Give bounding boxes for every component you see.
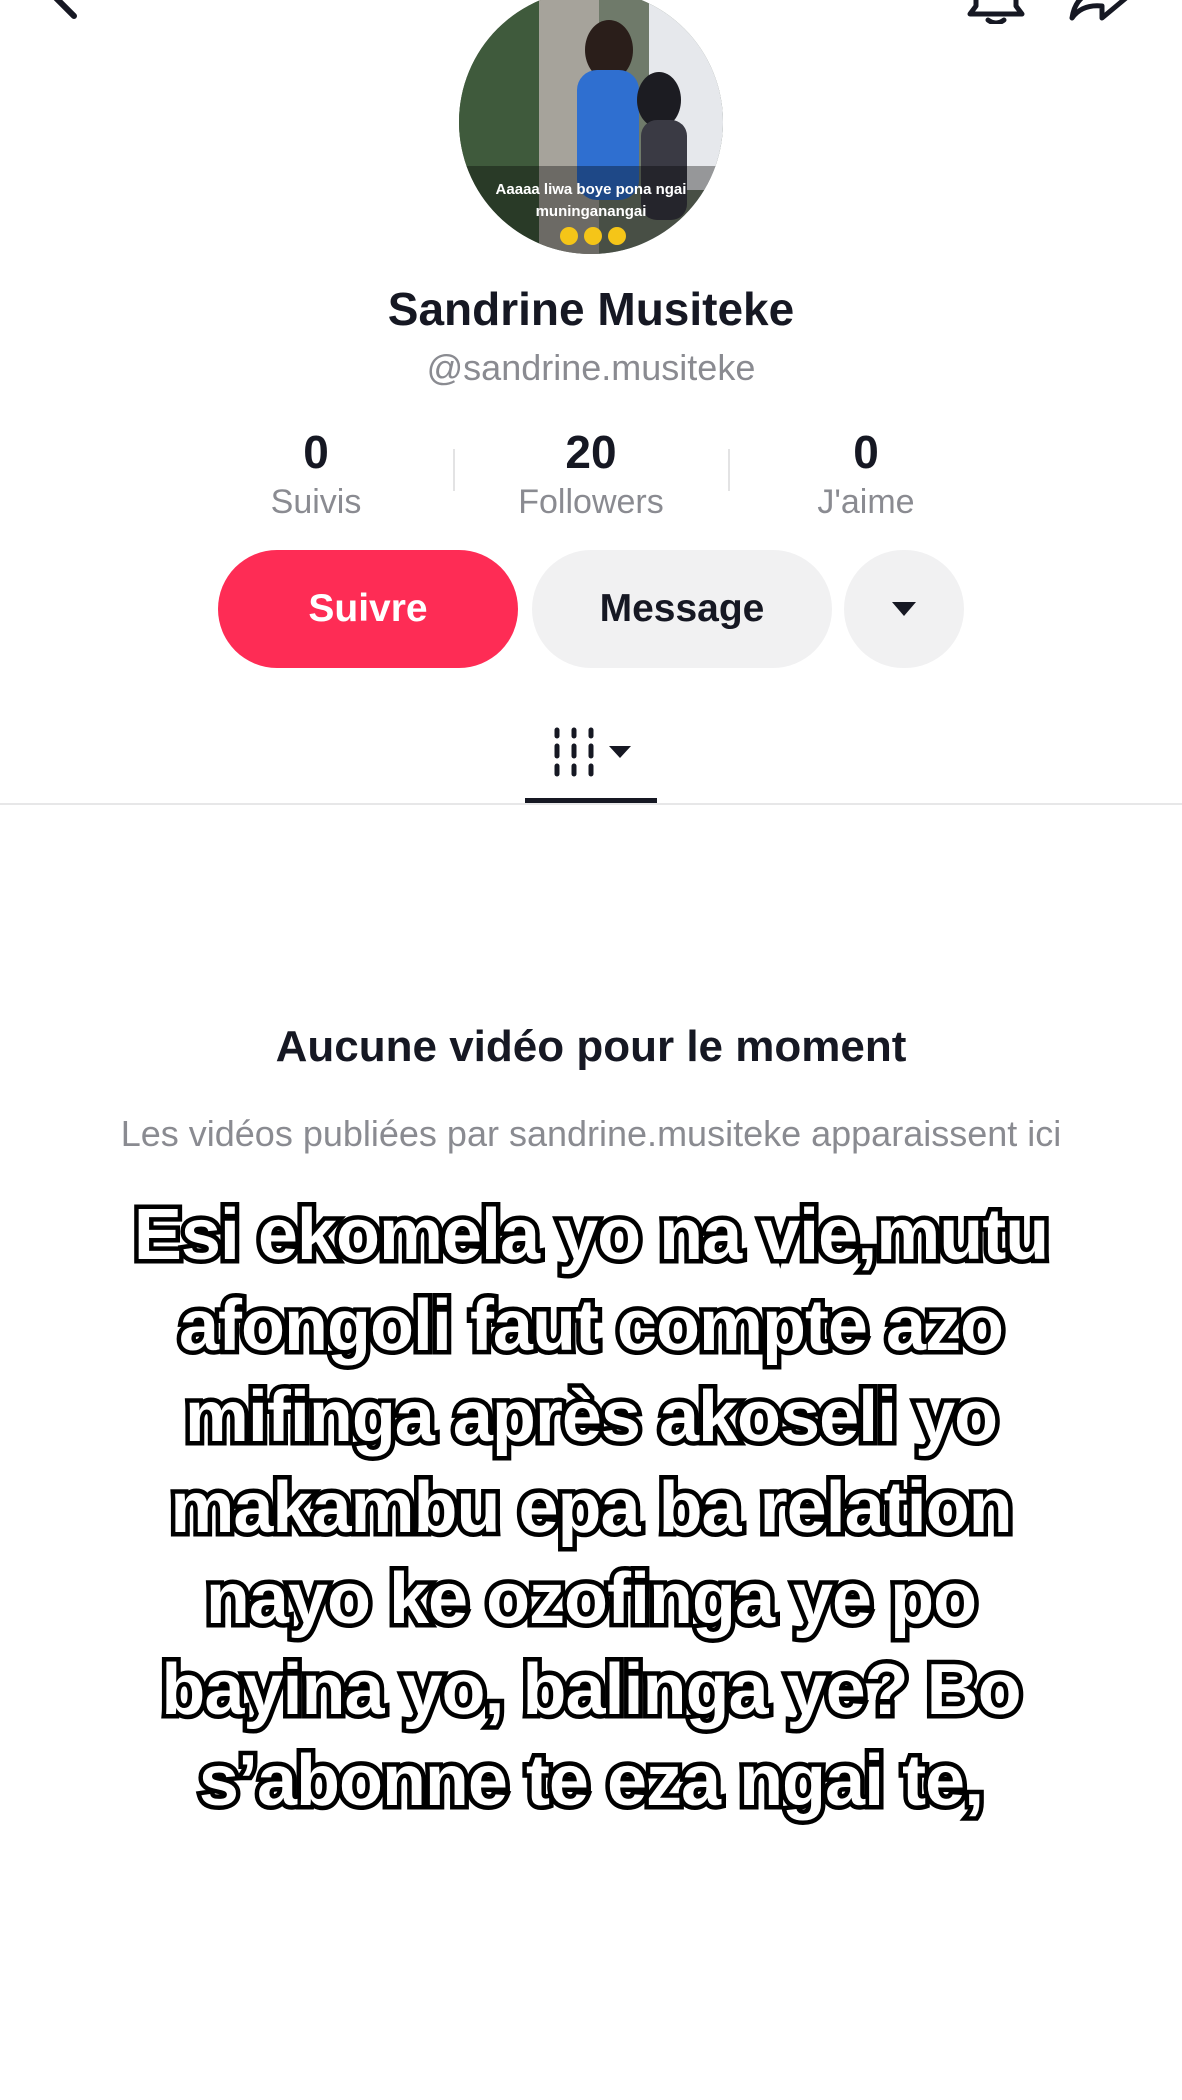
- display-name: Sandrine Musiteke: [387, 283, 795, 335]
- stat-likes[interactable]: 0 J'aime: [736, 425, 996, 525]
- stat-divider: [728, 449, 730, 491]
- message-button[interactable]: Message: [532, 550, 832, 668]
- video-grid-icon: [554, 727, 631, 777]
- stat-followers[interactable]: 20 Followers: [461, 425, 721, 525]
- back-icon[interactable]: [40, 0, 90, 22]
- caret-down-icon: [892, 602, 916, 616]
- stat-following[interactable]: 0 Suivis: [186, 425, 446, 525]
- share-arrow-icon[interactable]: [1068, 0, 1130, 24]
- stat-following-label: Suivis: [270, 483, 362, 521]
- follow-button[interactable]: Suivre: [218, 550, 518, 668]
- stat-likes-label: J'aime: [817, 483, 915, 521]
- more-options-button[interactable]: [844, 550, 964, 668]
- avatar[interactable]: Aaaaa liwa boye pona ngai muninganangai: [459, 0, 723, 254]
- stat-following-count: 0: [303, 426, 329, 478]
- stat-followers-label: Followers: [518, 483, 664, 521]
- empty-state-subtitle: Les vidéos publiées par sandrine.musitek…: [120, 1113, 1062, 1154]
- stat-followers-count: 20: [565, 426, 617, 478]
- empty-state-title: Aucune vidéo pour le moment: [275, 1022, 907, 1071]
- username: @sandrine.musiteke: [426, 347, 756, 388]
- divider: [0, 803, 1182, 805]
- avatar-caption-line1: Aaaaa liwa boye pona ngai: [496, 181, 687, 198]
- overlay-caption: Esi ekomela yo na vie,mutu afongoli faut…: [129, 1191, 1053, 1826]
- stat-divider: [453, 449, 455, 491]
- stat-likes-count: 0: [853, 426, 879, 478]
- tab-videos[interactable]: [525, 718, 657, 804]
- bell-icon[interactable]: [966, 0, 1026, 24]
- avatar-caption-line2: muninganangai: [536, 203, 647, 220]
